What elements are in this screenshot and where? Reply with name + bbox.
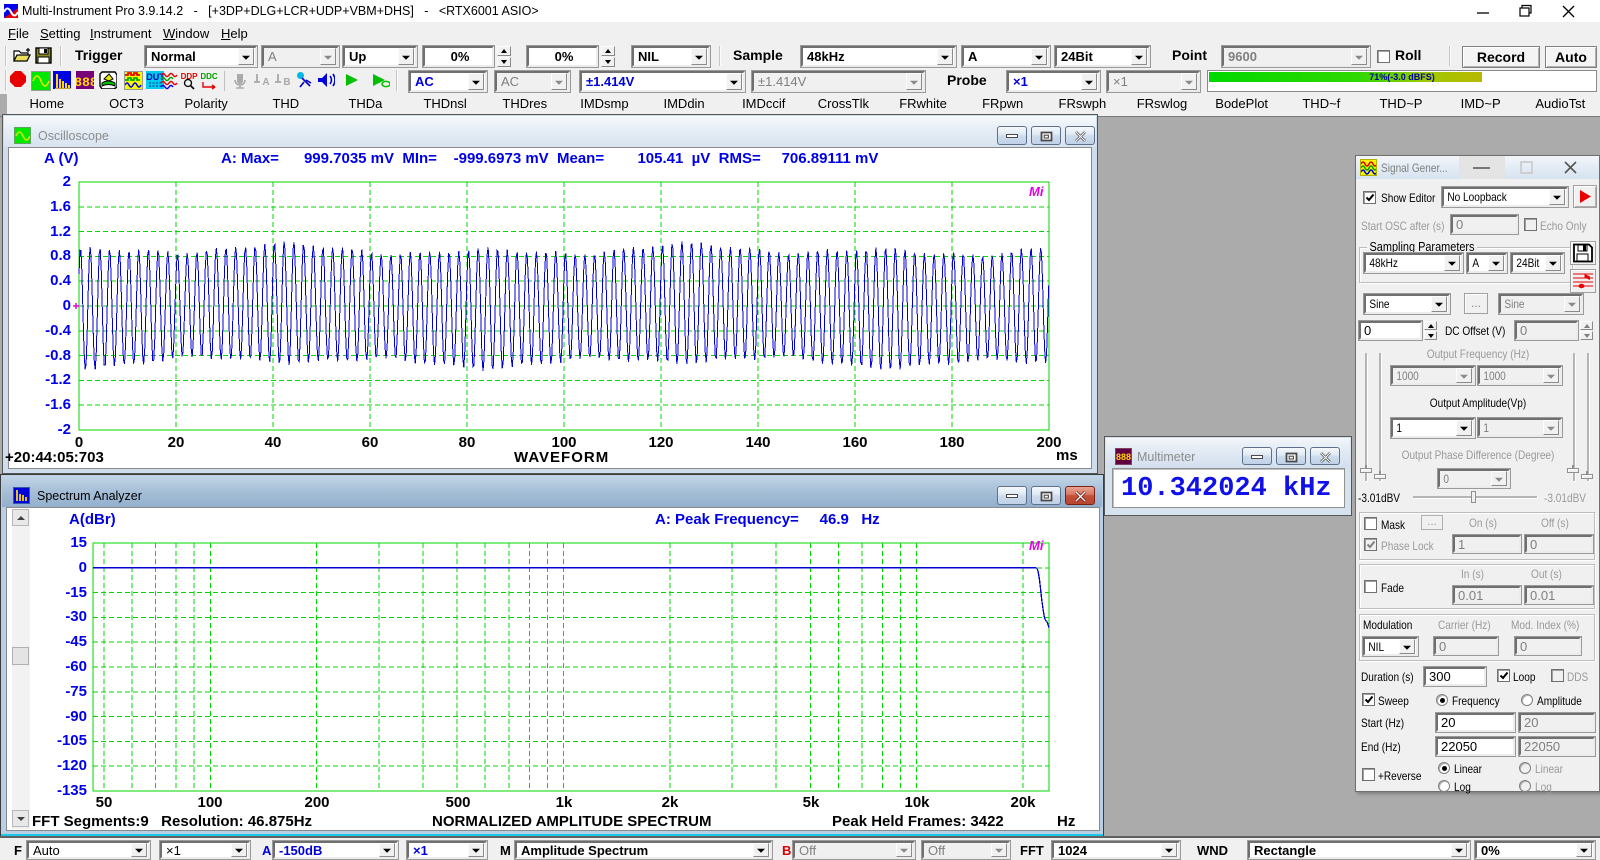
svg-text:A: A xyxy=(262,77,269,88)
svg-text:B: B xyxy=(283,77,290,88)
svg-text:888: 888 xyxy=(1116,452,1131,462)
svg-text:DDC: DDC xyxy=(201,72,218,81)
svg-text:888: 888 xyxy=(76,75,94,89)
